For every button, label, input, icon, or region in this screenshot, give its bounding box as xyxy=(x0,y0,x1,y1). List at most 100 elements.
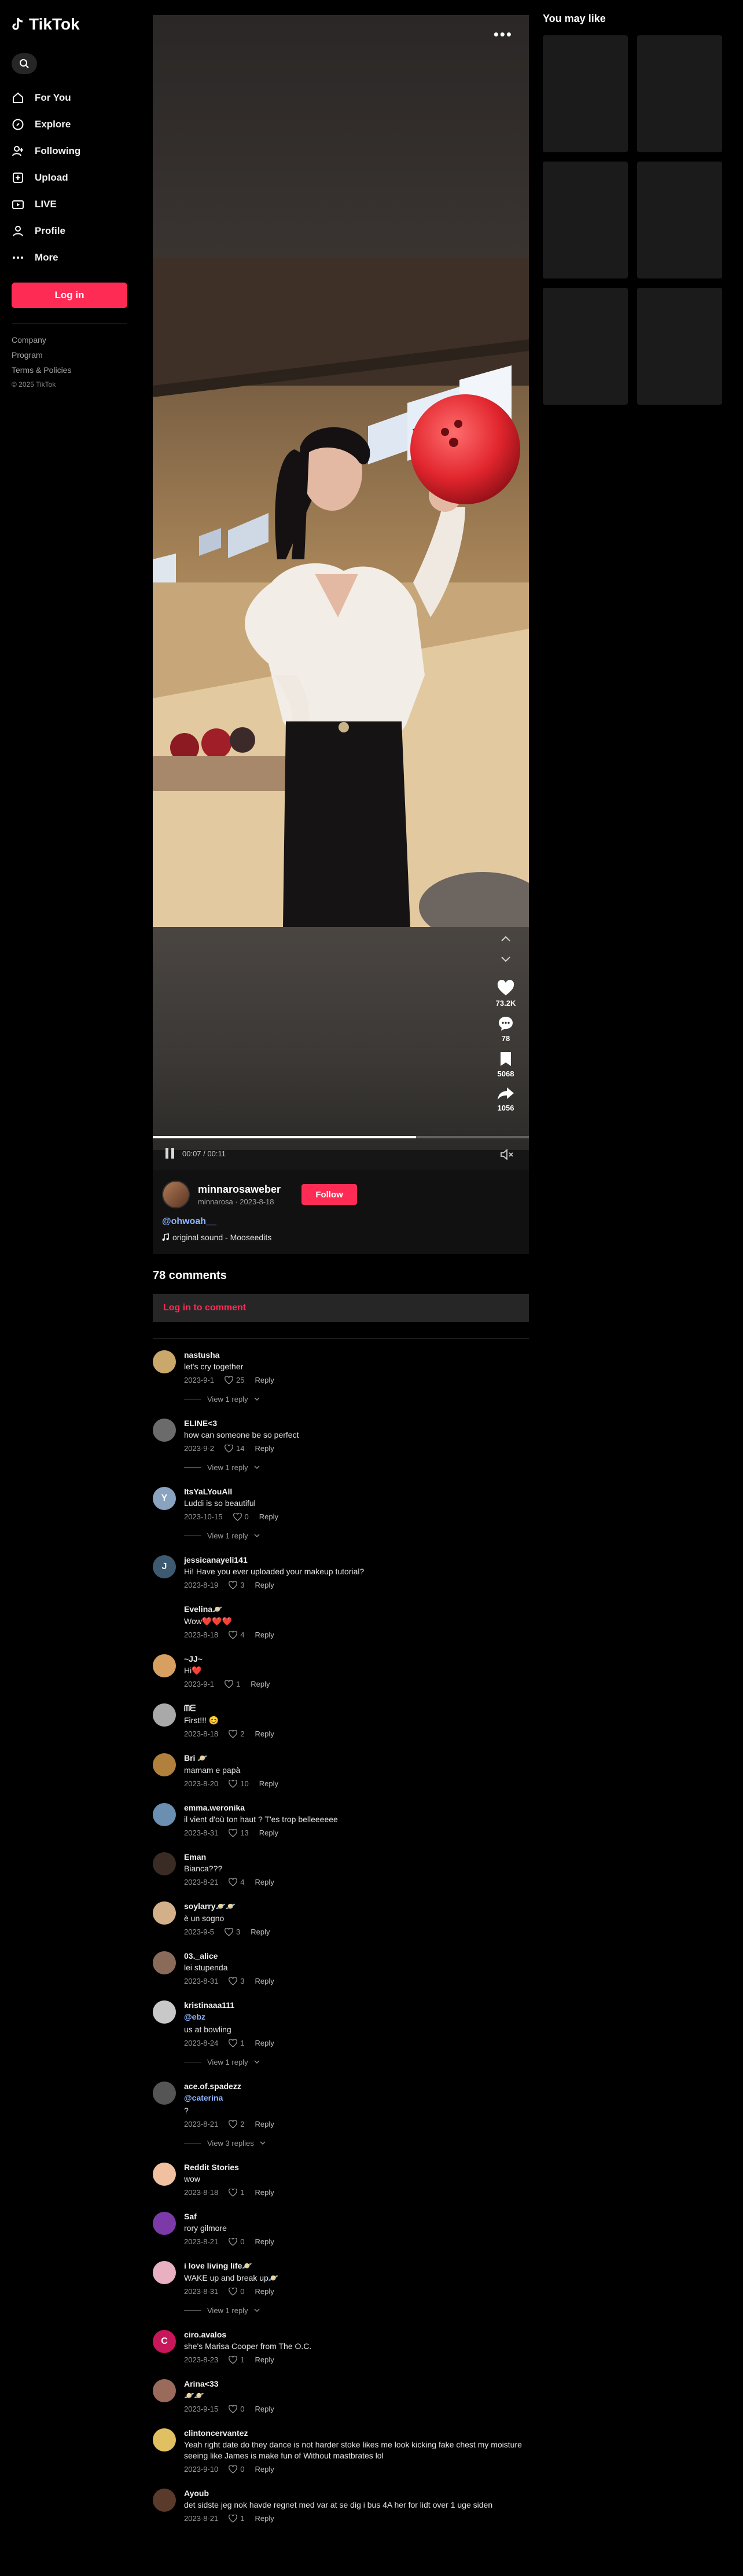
recommendation-tile[interactable] xyxy=(637,162,722,279)
comment-reply-button[interactable]: Reply xyxy=(255,2514,274,2523)
sound-link[interactable]: original sound - Mooseedits xyxy=(162,1233,520,1242)
comment-reply-button[interactable]: Reply xyxy=(251,1680,270,1688)
comment-reply-button[interactable]: Reply xyxy=(259,1779,278,1788)
commenter-avatar[interactable] xyxy=(153,1901,176,1925)
comment-like-button[interactable]: 1 xyxy=(229,2355,245,2364)
commenter-avatar[interactable] xyxy=(153,1951,176,1974)
view-replies-button[interactable]: View 1 reply xyxy=(184,2058,529,2066)
sidebar-item-more[interactable]: More xyxy=(12,245,127,270)
comment-reply-button[interactable]: Reply xyxy=(255,1581,274,1589)
login-to-comment-button[interactable]: Log in to comment xyxy=(153,1294,529,1322)
comment-reply-button[interactable]: Reply xyxy=(255,2465,274,2474)
commenter-avatar[interactable] xyxy=(153,1753,176,1776)
commenter-name[interactable]: Saf xyxy=(184,2212,529,2221)
commenter-avatar[interactable] xyxy=(153,1703,176,1727)
comment-reply-button[interactable]: Reply xyxy=(255,2237,274,2246)
footer-program-link[interactable]: Program xyxy=(12,350,127,360)
comment-like-button[interactable]: 2 xyxy=(229,1729,245,1738)
commenter-name[interactable]: ᗰᗴ xyxy=(184,1703,529,1713)
comment-like-button[interactable]: 0 xyxy=(233,1512,249,1521)
comment-like-button[interactable]: 2 xyxy=(229,2120,245,2128)
commenter-avatar[interactable] xyxy=(153,2428,176,2452)
comment-like-button[interactable]: 0 xyxy=(229,2287,245,2296)
commenter-avatar[interactable] xyxy=(153,2000,176,2024)
comment-reply-button[interactable]: Reply xyxy=(255,1444,274,1453)
video-player[interactable]: UNIBET xyxy=(153,258,529,927)
commenter-avatar[interactable]: C xyxy=(153,2330,176,2353)
sidebar-item-live[interactable]: LIVE xyxy=(12,192,127,217)
comment-like-button[interactable]: 1 xyxy=(225,1680,240,1688)
comment-reply-button[interactable]: Reply xyxy=(255,2188,274,2197)
more-options-icon[interactable]: ••• xyxy=(494,25,513,43)
commenter-name[interactable]: ciro.avalos xyxy=(184,2330,529,2339)
comment-reply-button[interactable]: Reply xyxy=(255,1878,274,1886)
footer-company-link[interactable]: Company xyxy=(12,335,127,345)
like-action[interactable]: 73.2K xyxy=(496,980,516,1007)
comment-reply-button[interactable]: Reply xyxy=(255,1630,274,1639)
commenter-avatar[interactable] xyxy=(153,1852,176,1875)
view-replies-button[interactable]: View 1 reply xyxy=(184,1463,529,1472)
next-video-button[interactable] xyxy=(495,949,516,970)
comment-like-button[interactable]: 1 xyxy=(229,2039,245,2047)
commenter-avatar[interactable] xyxy=(153,1604,176,1628)
commenter-name[interactable]: soylarry🪐🪐 xyxy=(184,1901,529,1911)
comment-reply-button[interactable]: Reply xyxy=(255,2355,274,2364)
recommendation-tile[interactable] xyxy=(637,35,722,152)
comment-like-button[interactable]: 13 xyxy=(229,1829,249,1837)
commenter-name[interactable]: 03._alice xyxy=(184,1951,529,1961)
login-button[interactable]: Log in xyxy=(12,283,127,308)
commenter-avatar[interactable] xyxy=(153,2261,176,2284)
comment-reply-button[interactable]: Reply xyxy=(255,2120,274,2128)
commenter-avatar[interactable] xyxy=(153,2379,176,2402)
caption-mention[interactable]: @ohwoah__ xyxy=(162,1216,520,1227)
commenter-name[interactable]: ELINE<3 xyxy=(184,1419,529,1428)
comment-like-button[interactable]: 25 xyxy=(225,1376,245,1384)
comment-reply-button[interactable]: Reply xyxy=(255,1376,274,1384)
commenter-name[interactable]: Arina<33 xyxy=(184,2379,529,2388)
comment-reply-button[interactable]: Reply xyxy=(251,1928,270,1936)
recommendation-tile[interactable] xyxy=(543,288,628,405)
follow-button[interactable]: Follow xyxy=(301,1184,358,1205)
commenter-name[interactable]: i love living life🪐 xyxy=(184,2261,529,2271)
sidebar-item-upload[interactable]: Upload xyxy=(12,166,127,190)
pause-icon[interactable] xyxy=(165,1148,174,1159)
commenter-name[interactable]: ace.of.spadezz xyxy=(184,2082,529,2091)
commenter-name[interactable]: Ayoub xyxy=(184,2489,529,2498)
commenter-avatar[interactable]: Y xyxy=(153,1487,176,1510)
previous-video-button[interactable] xyxy=(495,928,516,949)
author-avatar[interactable] xyxy=(162,1181,190,1208)
comment-like-button[interactable]: 1 xyxy=(229,2514,245,2523)
commenter-avatar[interactable] xyxy=(153,1803,176,1826)
comment-reply-button[interactable]: Reply xyxy=(255,2287,274,2296)
commenter-avatar[interactable]: J xyxy=(153,1555,176,1578)
commenter-name[interactable]: Bri 🪐 xyxy=(184,1753,529,1763)
commenter-avatar[interactable] xyxy=(153,2163,176,2186)
comment-like-button[interactable]: 1 xyxy=(229,2188,245,2197)
comment-mention[interactable]: @ebz xyxy=(184,2011,529,2022)
view-replies-button[interactable]: View 1 reply xyxy=(184,1531,529,1540)
video-progress-bar[interactable] xyxy=(153,1136,529,1138)
commenter-name[interactable]: ItsYaLYouAll xyxy=(184,1487,529,1496)
commenter-name[interactable]: clintoncervantez xyxy=(184,2428,529,2438)
recommendation-tile[interactable] xyxy=(543,35,628,152)
sidebar-item-profile[interactable]: Profile xyxy=(12,219,127,243)
commenter-avatar[interactable] xyxy=(153,1419,176,1442)
commenter-name[interactable]: kristinaaa111 xyxy=(184,2000,529,2010)
comment-like-button[interactable]: 0 xyxy=(229,2465,245,2474)
volume-button[interactable] xyxy=(500,1149,514,1163)
commenter-name[interactable]: nastusha xyxy=(184,1350,529,1360)
sidebar-item-for-you[interactable]: For You xyxy=(12,86,127,110)
commenter-avatar[interactable] xyxy=(153,2082,176,2105)
commenter-avatar[interactable] xyxy=(153,2489,176,2512)
comment-reply-button[interactable]: Reply xyxy=(255,2405,274,2413)
comment-reply-button[interactable]: Reply xyxy=(255,1729,274,1738)
search-button[interactable] xyxy=(12,53,37,74)
share-action[interactable]: 1056 xyxy=(497,1086,514,1112)
view-replies-button[interactable]: View 1 reply xyxy=(184,2306,529,2315)
footer-terms-link[interactable]: Terms & Policies xyxy=(12,365,127,375)
comment-like-button[interactable]: 0 xyxy=(229,2405,245,2413)
save-action[interactable]: 5068 xyxy=(498,1051,514,1078)
sidebar-item-following[interactable]: Following xyxy=(12,139,127,163)
commenter-name[interactable]: ~JJ~ xyxy=(184,1654,529,1663)
commenter-avatar[interactable] xyxy=(153,1350,176,1373)
